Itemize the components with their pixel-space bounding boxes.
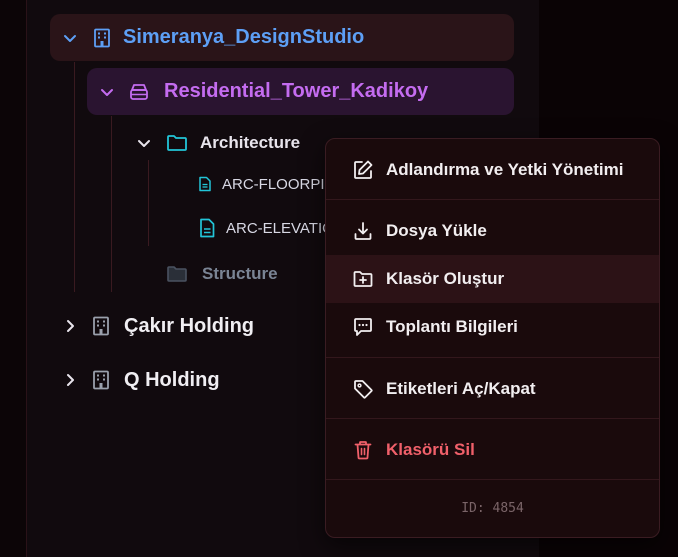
- file-icon: [198, 218, 216, 238]
- tag-icon: [352, 378, 374, 400]
- folder-icon: [166, 265, 188, 283]
- folder-plus-icon: [352, 268, 374, 290]
- tree-guide-line: [111, 116, 112, 292]
- chevron-right-icon[interactable]: [62, 318, 78, 334]
- menu-item-create-folder[interactable]: Klasör Oluştur: [326, 255, 659, 303]
- chevron-down-icon[interactable]: [62, 30, 78, 46]
- file-label: ARC-ELEVATIO: [226, 219, 334, 237]
- file-icon: [198, 176, 212, 192]
- tree-node-holding[interactable]: Q Holding: [62, 363, 220, 397]
- menu-item-label: Klasör Oluştur: [386, 269, 505, 288]
- menu-item-label: Toplantı Bilgileri: [386, 317, 518, 336]
- edit-icon: [352, 159, 374, 181]
- message-icon: [352, 316, 374, 338]
- tree-node-label: Simeranya_DesignStudio: [123, 26, 365, 48]
- tree-node-structure[interactable]: Structure: [166, 259, 278, 289]
- chevron-right-icon[interactable]: [62, 372, 78, 388]
- context-menu: Adlandırma ve Yetki Yönetimi Dosya Yükle…: [325, 138, 660, 538]
- tree-node-label: Q Holding: [124, 368, 220, 391]
- download-icon: [352, 220, 374, 242]
- tree-node-label: Architecture: [200, 133, 301, 152]
- tree-file-row[interactable]: ARC-ELEVATIO: [198, 213, 334, 243]
- tree-node-architecture[interactable]: Architecture: [136, 128, 300, 158]
- tree-node-label: Structure: [202, 264, 278, 283]
- building-icon: [93, 28, 111, 48]
- menu-item-label: Dosya Yükle: [386, 221, 487, 240]
- menu-item-delete-folder[interactable]: Klasörü Sil: [326, 426, 659, 474]
- file-label: ARC-FLOORPI: [222, 175, 325, 193]
- menu-item-rename-permissions[interactable]: Adlandırma ve Yetki Yönetimi: [326, 146, 659, 194]
- tree-node-studio[interactable]: Simeranya_DesignStudio: [50, 14, 514, 61]
- menu-item-id: ID: 4854: [461, 501, 524, 516]
- menu-separator: [326, 479, 659, 480]
- tree-node-label: Residential_Tower_Kadikoy: [164, 80, 429, 102]
- menu-separator: [326, 199, 659, 200]
- tree-file-row[interactable]: ARC-FLOORPI: [198, 169, 325, 199]
- menu-item-label: Klasörü Sil: [386, 440, 475, 459]
- chevron-down-icon[interactable]: [136, 135, 152, 151]
- menu-item-meeting-info[interactable]: Toplantı Bilgileri: [326, 303, 659, 351]
- tree-guide-line: [74, 62, 75, 292]
- menu-separator: [326, 418, 659, 419]
- chevron-down-icon[interactable]: [99, 84, 115, 100]
- building-icon: [92, 316, 110, 336]
- tree-node-project[interactable]: Residential_Tower_Kadikoy: [87, 68, 514, 115]
- menu-item-upload-file[interactable]: Dosya Yükle: [326, 207, 659, 255]
- building-icon: [92, 370, 110, 390]
- tree-node-label: Çakır Holding: [124, 314, 255, 337]
- stack-icon: [128, 82, 150, 102]
- folder-icon: [166, 134, 188, 152]
- tree-guide-line: [148, 160, 149, 246]
- menu-item-toggle-tags[interactable]: Etiketleri Aç/Kapat: [326, 365, 659, 413]
- tree-node-holding[interactable]: Çakır Holding: [62, 309, 254, 343]
- menu-item-label: Adlandırma ve Yetki Yönetimi: [386, 160, 624, 179]
- trash-icon: [352, 439, 374, 461]
- menu-separator: [326, 357, 659, 358]
- menu-item-label: Etiketleri Aç/Kapat: [386, 379, 536, 398]
